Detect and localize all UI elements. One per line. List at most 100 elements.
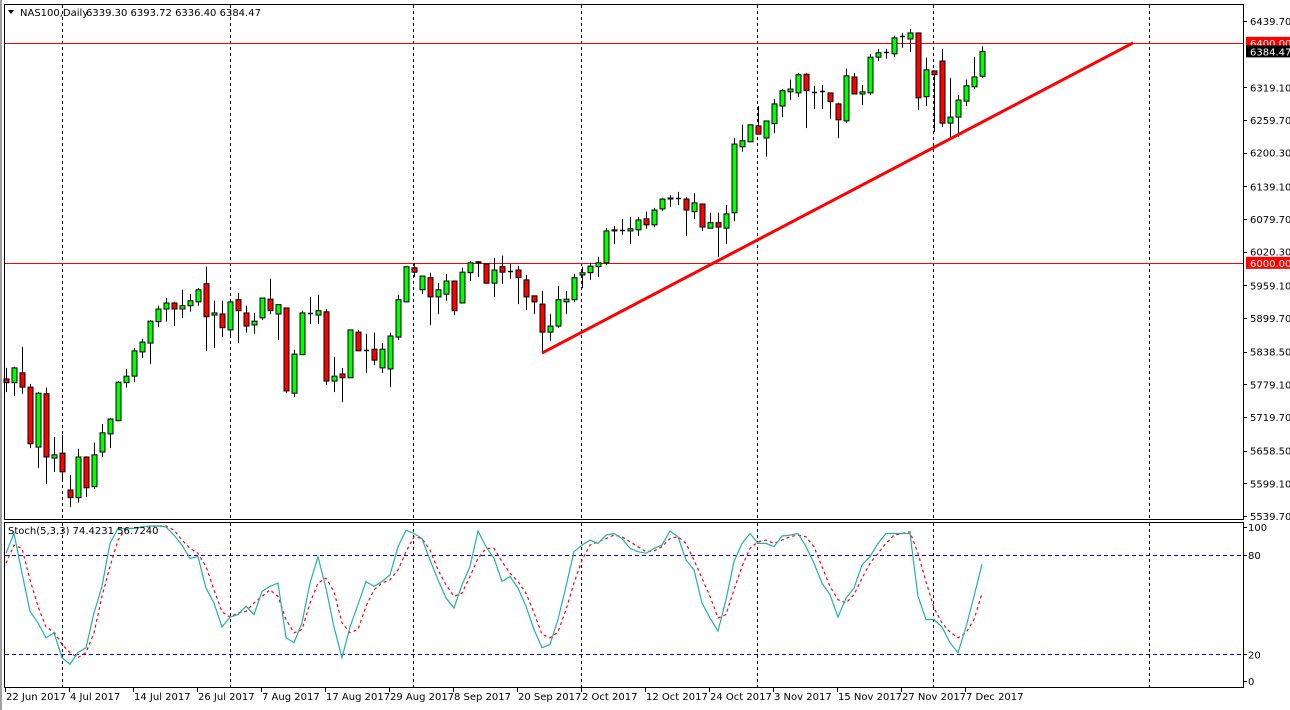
candle-body-bear [756,126,761,134]
candle-body-bull [868,57,873,93]
candle [892,36,897,57]
date-tick-label: 12 Oct 2017 [646,692,708,703]
candle-body-bear [268,299,273,311]
candle [404,267,409,302]
candle-body-bull [596,263,601,267]
candle-body-bull [252,321,257,325]
candle-body-bull [348,330,353,378]
level-price-tag-label: 6000.00 [1250,259,1290,270]
candle-body-bull [780,91,785,106]
candle-body-bear [412,268,417,272]
window-edge [0,0,2,710]
stoch-tick-label: 80 [1248,551,1261,562]
candle-body-bull [300,313,305,355]
candle [660,198,665,211]
price-tick-label: 5658.50 [1250,447,1290,458]
candle-body-bear [932,71,937,75]
candle-body-bull [708,223,713,229]
candle-body-bull [908,33,913,39]
candle-body-bear [236,300,241,311]
candle-body-bull [460,272,465,303]
candle [868,54,873,95]
price-tick-label: 5719.70 [1250,413,1290,424]
candle-body-bull [276,305,281,314]
candle-body-bull [860,92,865,94]
candle [484,264,489,284]
candle [980,46,985,78]
stoch-tick-label: 0 [1248,677,1254,688]
symbol-label: NAS100,Daily [20,8,88,19]
candle-body-bear [828,93,833,102]
candle-body-bull [12,368,17,383]
candle-body-bull [436,290,441,297]
candle [604,228,609,265]
date-tick-label: 27 Nov 2017 [902,692,966,703]
candle-body-bull [588,266,593,273]
candle [28,384,33,448]
candle-body-bull [228,302,233,330]
candle [396,295,401,340]
candle-body-bull [948,117,953,123]
current-price-label: 6384.47 [1250,47,1290,58]
candle-body-bull [124,376,129,383]
candle-body-bull [132,351,137,376]
candle-body-bull [612,230,617,231]
candle-body-bull [148,321,153,343]
candle-body-bull [636,220,641,230]
candle-body-bull [844,76,849,121]
candle [700,204,705,231]
price-tick-label: 5838.50 [1250,348,1290,359]
candle [116,381,121,421]
candle-body-bear [204,284,209,317]
candle-body-bear [356,332,361,351]
price-tick-label: 6139.10 [1250,182,1290,193]
candle-body-bear [284,308,289,391]
candle-body-bull [92,455,97,487]
candle [452,281,457,315]
ohlc-readout: 6339.30 6393.72 6336.40 6384.47 [86,8,261,19]
candle [348,330,353,378]
candle-body-bull [732,144,737,213]
candle-body-bull [316,311,321,315]
candle-body-bear [532,296,537,302]
stoch-tick-label: 20 [1248,650,1261,661]
candle-body-bull [292,354,297,393]
candle-body-bull [892,38,897,54]
candle-body-bull [796,75,801,93]
price-tick-label: 6259.70 [1250,116,1290,127]
date-tick-label: 17 Aug 2017 [326,692,390,703]
candle-body-bull [924,70,929,97]
candle-body-bull [740,141,745,147]
candle-body-bull [212,313,217,315]
candle-body-bear [324,312,329,381]
candle-body-bull [476,262,481,263]
candle [572,274,577,302]
candle-body-bull [660,199,665,209]
candle-body-bull [396,300,401,337]
candle-body-bear [940,61,945,123]
stoch-label: Stoch(5,3,3) 74.4231 56.7240 [8,526,159,537]
candle-body-bull [652,210,657,225]
candle-body-bear [700,204,705,227]
candle-body-bull [628,229,633,231]
date-tick-label: 26 Jul 2017 [198,692,255,703]
candle [300,311,305,355]
candle-body-bull [180,306,185,309]
candle [844,69,849,123]
candle-body-bear [452,281,457,311]
candle-body-bear [340,374,345,378]
price-tick-label: 5599.10 [1250,479,1290,490]
candle-body-bull [492,270,497,283]
candle-body-bull [468,263,473,273]
chart-window[interactable]: 6439.706319.106259.706200.306139.106079.… [0,0,1290,710]
price-tick-label: 6200.30 [1250,149,1290,160]
candle-body-bull [980,51,985,76]
candle [940,49,945,127]
candle-body-bear [644,219,649,225]
candle-body-bull [556,300,561,326]
date-tick-label: 8 Sep 2017 [454,692,511,703]
candle-body-bull [668,198,673,199]
candle-body-bull [748,125,753,142]
candle [732,138,737,221]
date-tick-label: 4 Jul 2017 [70,692,120,703]
